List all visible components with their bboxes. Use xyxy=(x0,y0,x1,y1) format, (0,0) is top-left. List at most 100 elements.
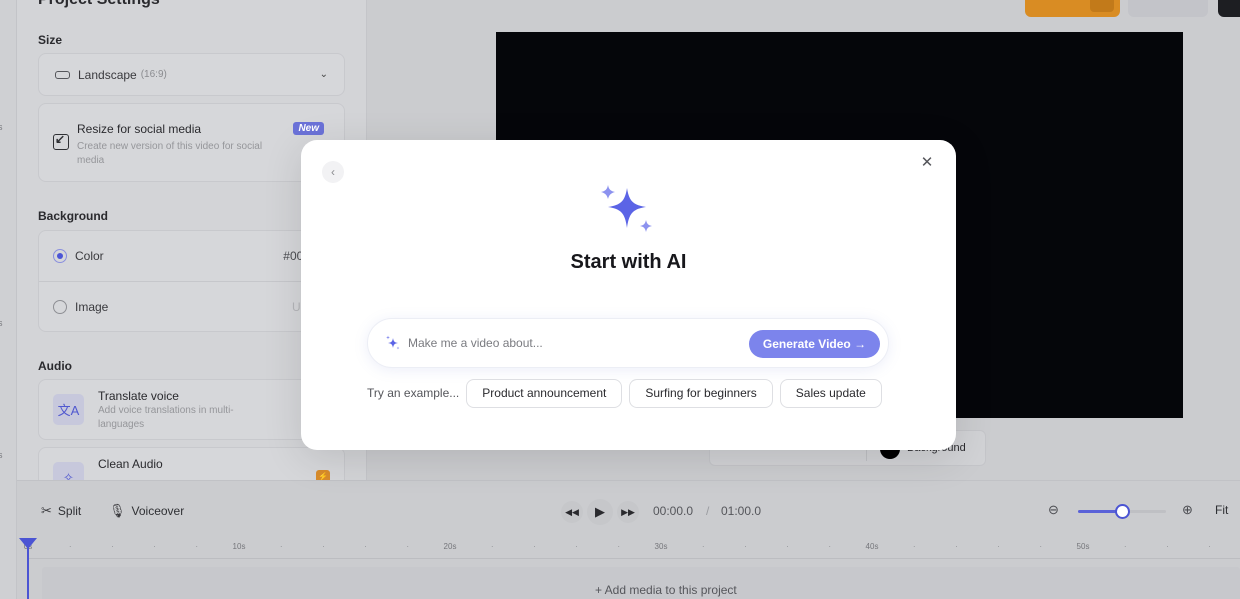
examples-label: Try an example... xyxy=(367,386,460,400)
chevron-left-icon: ‹ xyxy=(331,165,335,179)
microphone-icon: 🎙 xyxy=(109,503,126,518)
left-rail: s s s xyxy=(0,0,17,599)
ruler-tick: . xyxy=(153,540,156,549)
ai-sparkle-icon xyxy=(601,185,652,232)
play-button[interactable]: ▶ xyxy=(587,499,613,525)
ruler-tick: . xyxy=(364,540,367,549)
ruler-tick: . xyxy=(744,540,747,549)
ruler-label: 30s xyxy=(654,542,668,551)
ruler-tick: . xyxy=(997,540,1000,549)
option-label: Color xyxy=(75,249,104,263)
rail-label[interactable]: s xyxy=(0,450,3,460)
chevron-down-icon: ⌄ xyxy=(319,69,328,80)
scissors-icon: ✂ xyxy=(41,503,52,518)
secondary-top-button[interactable] xyxy=(1128,0,1208,17)
ruler-tick: . xyxy=(280,540,283,549)
time-separator: / xyxy=(706,504,710,518)
ruler-tick: . xyxy=(786,540,789,549)
background-options: Color #000000 Image Upload xyxy=(38,230,345,332)
ruler-label: 40s xyxy=(865,542,879,551)
rail-label[interactable]: s xyxy=(0,318,3,328)
prompt-input[interactable] xyxy=(408,333,738,353)
zoom-slider[interactable] xyxy=(1078,504,1166,519)
size-dropdown[interactable]: Landscape (16:9) ⌄ xyxy=(38,53,345,96)
option-label: Image xyxy=(75,299,109,314)
rail-label[interactable]: s xyxy=(0,122,3,132)
ruler-tick: . xyxy=(195,540,198,549)
voiceover-button[interactable]: 🎙 Voiceover xyxy=(109,503,184,519)
size-label: Size xyxy=(38,33,63,47)
ruler-tick: . xyxy=(111,540,114,549)
start-with-ai-modal: ‹ ✕ Start with AI Generate Video → Try a… xyxy=(301,140,956,450)
current-time: 00:00.0 xyxy=(653,504,694,518)
prompt-box: Generate Video → xyxy=(367,318,889,368)
ruler-tick: . xyxy=(1208,540,1211,549)
fit-button[interactable]: Fit xyxy=(1215,503,1228,517)
ruler-tick: . xyxy=(617,540,620,549)
lightning-icon: ⚡ xyxy=(316,470,330,480)
ruler-tick: . xyxy=(322,540,325,549)
clean-audio-card[interactable]: ✧ Clean Audio ⚡ xyxy=(38,447,345,480)
resize-title: Resize for social media xyxy=(77,122,202,136)
close-button[interactable]: ✕ xyxy=(918,153,936,171)
total-time: 01:00.0 xyxy=(721,504,762,518)
resize-description: Create new version of this video for soc… xyxy=(77,141,263,166)
example-chip[interactable]: Product announcement xyxy=(466,378,623,408)
background-label: Background xyxy=(38,209,109,223)
playhead-handle[interactable] xyxy=(19,538,37,549)
translate-icon: 文A xyxy=(53,394,84,425)
radio-unselected[interactable] xyxy=(53,299,67,314)
background-option-color[interactable]: Color #000000 xyxy=(39,231,344,281)
voiceover-label: Voiceover xyxy=(131,504,185,518)
background-option-image[interactable]: Image Upload xyxy=(39,281,344,331)
sparkle-icon xyxy=(386,335,400,350)
radio-selected[interactable] xyxy=(53,249,67,263)
ruler-tick: . xyxy=(955,540,958,549)
add-media-button[interactable]: + Add media to this project xyxy=(595,583,737,597)
split-label: Split xyxy=(57,504,82,518)
ruler-label: 20s xyxy=(443,542,457,551)
size-value: Landscape xyxy=(78,67,137,82)
resize-icon xyxy=(53,132,69,150)
landscape-icon xyxy=(55,70,70,79)
new-badge: New xyxy=(293,122,324,135)
ruler-tick: . xyxy=(828,540,831,549)
example-prompts: Try an example... Product announcement S… xyxy=(367,378,889,408)
feature-title: Clean Audio xyxy=(98,457,163,471)
timeline: ✂ Split 🎙 Voiceover ◀◀ ▶ ▶▶ 00:00.0 / 01… xyxy=(17,480,1240,599)
feature-title: Translate voice xyxy=(98,389,179,403)
example-chip[interactable]: Sales update xyxy=(779,378,882,408)
ruler-label: 50s xyxy=(1076,542,1090,551)
resize-social-card[interactable]: Resize for social media Create new versi… xyxy=(38,103,345,182)
split-button[interactable]: ✂ Split xyxy=(41,503,81,519)
size-ratio: (16:9) xyxy=(140,69,167,80)
rewind-button[interactable]: ◀◀ xyxy=(561,501,583,523)
audio-label: Audio xyxy=(38,359,72,373)
ruler-label: 10s xyxy=(232,542,246,551)
zoom-out-icon[interactable]: ⊖ xyxy=(1048,502,1059,518)
feature-description: Add voice translations in multi-language… xyxy=(98,405,234,430)
ruler-tick: . xyxy=(913,540,916,549)
zoom-in-icon[interactable]: ⊕ xyxy=(1182,502,1193,518)
ruler-tick: . xyxy=(491,540,494,549)
close-icon: ✕ xyxy=(920,154,934,171)
fast-forward-button[interactable]: ▶▶ xyxy=(617,501,639,523)
generate-video-button[interactable]: Generate Video → xyxy=(749,330,880,358)
example-chip[interactable]: Surfing for beginners xyxy=(629,378,773,408)
ruler-tick: . xyxy=(702,540,705,549)
ruler-tick: . xyxy=(1039,540,1042,549)
upgrade-button[interactable] xyxy=(1025,0,1120,17)
back-button[interactable]: ‹ xyxy=(322,161,344,183)
translate-voice-card[interactable]: 文A Translate voice Add voice translation… xyxy=(38,379,345,440)
ruler-tick: . xyxy=(1124,540,1127,549)
ruler-tick: . xyxy=(575,540,578,549)
sparkle-icon: ✧ xyxy=(53,462,84,480)
ruler-tick: . xyxy=(69,540,72,549)
timeline-ruler[interactable]: 0s....10s....20s....30s....40s....50s... xyxy=(24,539,1240,559)
ruler-tick: . xyxy=(533,540,536,549)
ruler-tick: . xyxy=(1166,540,1169,549)
zoom-slider-handle[interactable] xyxy=(1115,504,1130,519)
modal-title: Start with AI xyxy=(570,251,687,273)
ruler-tick: . xyxy=(406,540,409,549)
export-button[interactable] xyxy=(1218,0,1240,17)
